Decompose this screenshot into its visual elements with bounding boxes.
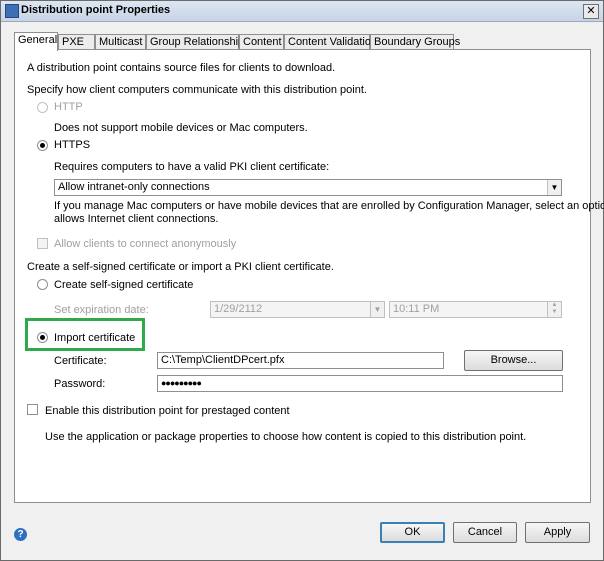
import-certificate-label: Import certificate bbox=[54, 332, 136, 344]
tab-content-validation[interactable]: Content Validation bbox=[284, 34, 377, 49]
tab-content[interactable]: Content bbox=[239, 34, 284, 49]
expiration-date-value: 1/29/2112 bbox=[214, 303, 263, 315]
certificate-path-input[interactable]: C:\Temp\ClientDPcert.pfx bbox=[157, 352, 444, 369]
cancel-button[interactable]: Cancel bbox=[453, 522, 517, 543]
http-note: Does not support mobile devices or Mac c… bbox=[54, 122, 308, 134]
ok-button[interactable]: OK bbox=[380, 522, 445, 543]
date-dropdown-icon[interactable]: ▼ bbox=[370, 302, 384, 317]
mac-note-line2: allows Internet client connections. bbox=[54, 213, 219, 225]
expiration-time-picker[interactable]: 10:11 PM ▲ ▼ bbox=[389, 301, 562, 318]
title-bar: Distribution point Properties ✕ bbox=[1, 1, 603, 22]
app-icon bbox=[5, 4, 19, 18]
mac-note-line1: If you manage Mac computers or have mobi… bbox=[54, 200, 604, 212]
create-selfsigned-label: Create self-signed certificate bbox=[54, 279, 194, 291]
expiration-date-picker[interactable]: 1/29/2112 ▼ bbox=[210, 301, 385, 318]
create-selfsigned-radio[interactable] bbox=[37, 279, 48, 290]
allow-anonymous-checkbox[interactable] bbox=[37, 238, 48, 249]
tab-general[interactable]: General bbox=[14, 32, 58, 51]
prestaged-checkbox[interactable] bbox=[27, 404, 38, 415]
close-icon[interactable]: ✕ bbox=[583, 4, 599, 19]
properties-window: Distribution point Properties ✕ General … bbox=[0, 0, 604, 561]
connection-select-value: Allow intranet-only connections bbox=[58, 181, 210, 193]
expiration-label: Set expiration date: bbox=[54, 304, 149, 316]
prestaged-label: Enable this distribution point for prest… bbox=[45, 405, 290, 417]
tab-multicast[interactable]: Multicast bbox=[95, 34, 146, 49]
https-label: HTTPS bbox=[54, 139, 91, 151]
https-note: Requires computers to have a valid PKI c… bbox=[54, 161, 330, 173]
apply-button[interactable]: Apply bbox=[525, 522, 590, 543]
tab-pxe[interactable]: PXE bbox=[58, 34, 95, 49]
help-icon[interactable]: ? bbox=[14, 528, 27, 541]
allow-anonymous-label: Allow clients to connect anonymously bbox=[54, 238, 237, 250]
password-input[interactable]: ●●●●●●●●● bbox=[157, 375, 563, 392]
intro-text: A distribution point contains source fil… bbox=[27, 62, 336, 74]
certificate-label: Certificate: bbox=[54, 355, 107, 367]
expiration-time-value: 10:11 PM bbox=[393, 303, 440, 315]
import-certificate-radio[interactable] bbox=[37, 332, 48, 343]
time-spinner-icon[interactable]: ▲ ▼ bbox=[547, 302, 561, 317]
specify-label: Specify how client computers communicate… bbox=[27, 84, 367, 96]
tab-boundary-groups[interactable]: Boundary Groups bbox=[370, 34, 460, 49]
password-label: Password: bbox=[54, 378, 106, 390]
https-radio[interactable] bbox=[37, 140, 48, 151]
prestaged-note: Use the application or package propertie… bbox=[45, 431, 527, 443]
chevron-down-icon[interactable]: ▼ bbox=[547, 180, 561, 195]
cert-section-label: Create a self-signed certificate or impo… bbox=[27, 261, 334, 273]
tab-group-relationships[interactable]: Group Relationships bbox=[146, 34, 250, 49]
http-radio[interactable] bbox=[37, 102, 48, 113]
connection-select[interactable]: Allow intranet-only connections ▼ bbox=[54, 179, 562, 196]
http-label: HTTP bbox=[54, 101, 83, 113]
window-title: Distribution point Properties bbox=[21, 4, 171, 16]
browse-button[interactable]: Browse... bbox=[464, 350, 563, 371]
